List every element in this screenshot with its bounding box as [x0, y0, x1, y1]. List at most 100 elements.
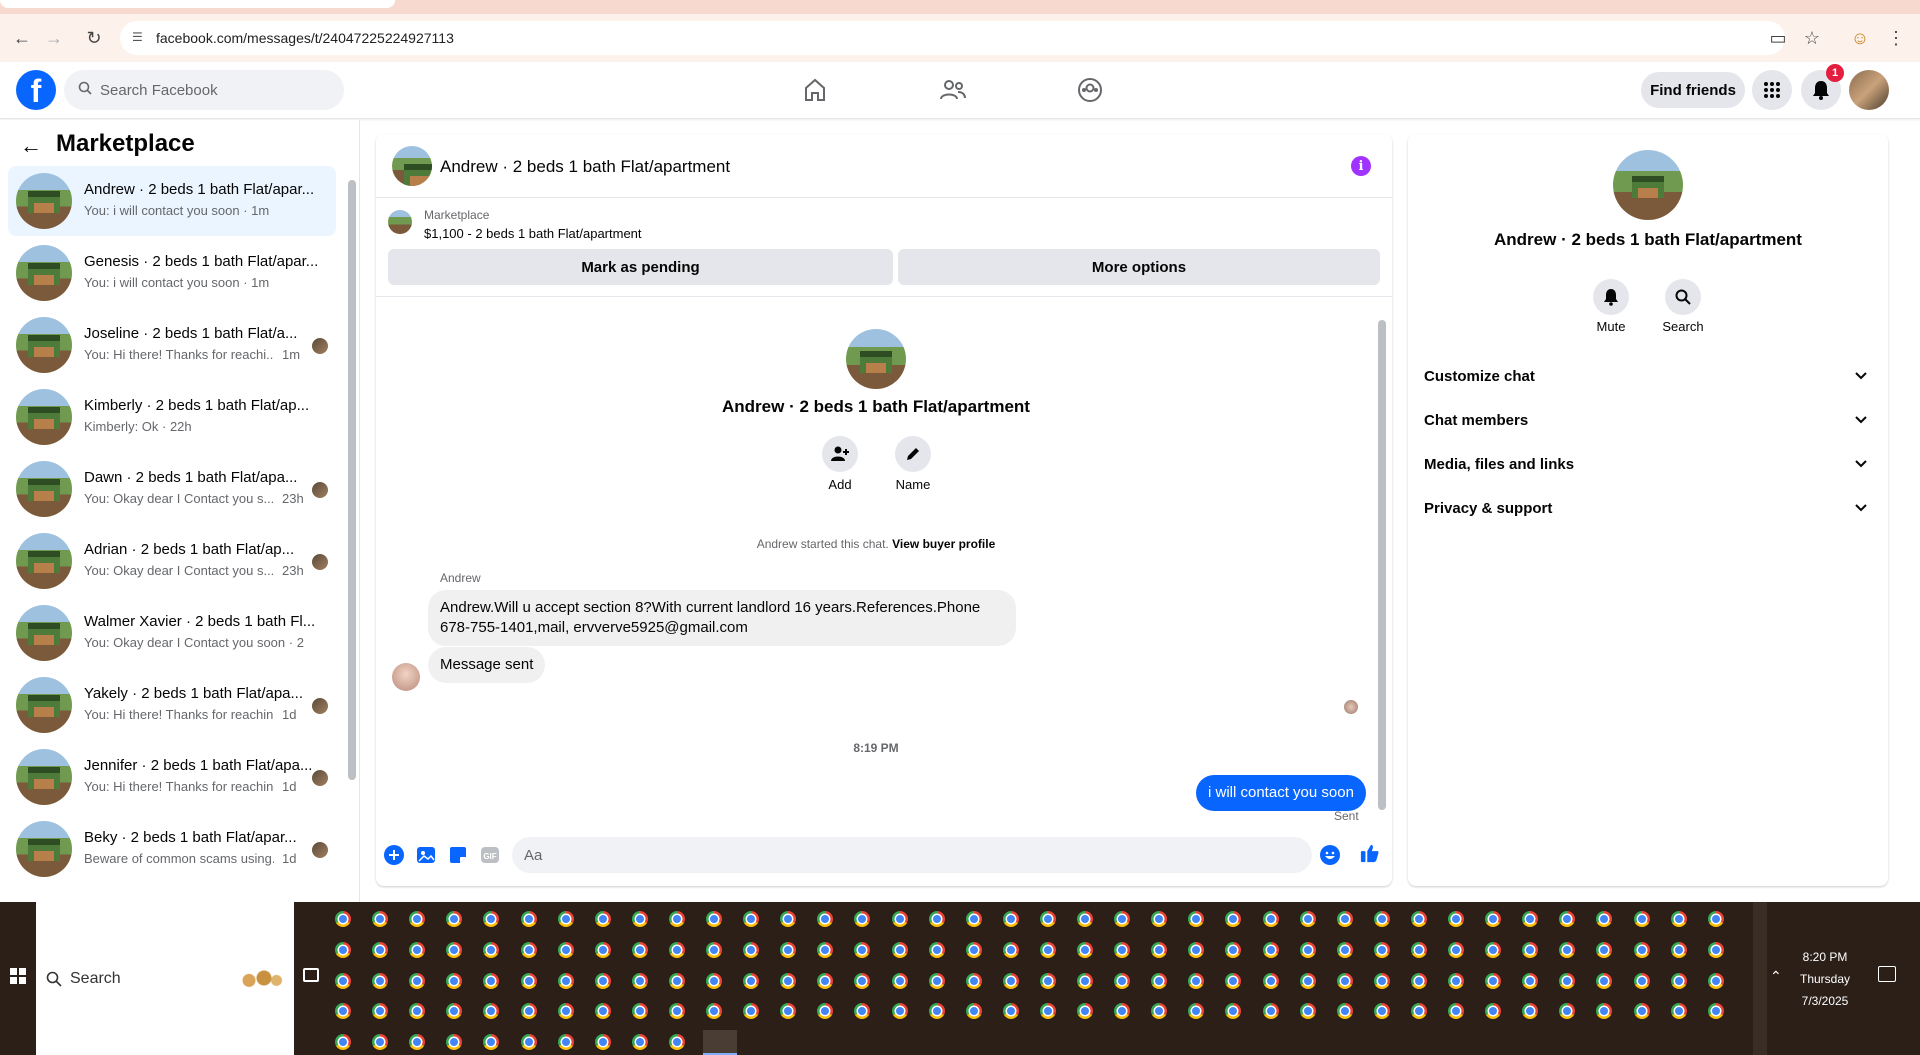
chrome-app-icon[interactable] [668, 972, 685, 989]
chrome-app-icon[interactable] [965, 941, 982, 958]
chrome-app-icon[interactable] [891, 941, 908, 958]
chrome-app-icon[interactable] [335, 972, 351, 989]
chrome-app-icon[interactable] [631, 911, 648, 927]
chrome-app-icon[interactable] [1188, 972, 1205, 989]
chrome-app-icon[interactable] [928, 941, 945, 958]
details-menu-item[interactable]: Chat members [1424, 402, 1872, 438]
photo-icon[interactable] [416, 845, 436, 865]
like-icon[interactable] [1360, 843, 1380, 863]
groups-icon[interactable] [1070, 75, 1110, 105]
chrome-app-icon[interactable] [1559, 972, 1576, 989]
chrome-app-icon[interactable] [1670, 941, 1687, 958]
chrome-app-icon[interactable] [446, 972, 463, 989]
chrome-app-icon[interactable] [520, 911, 537, 927]
sticker-icon[interactable] [448, 845, 468, 865]
chrome-app-icon[interactable] [1707, 972, 1724, 989]
chrome-app-icon[interactable] [594, 1034, 611, 1051]
chrome-app-icon[interactable] [409, 972, 426, 989]
chrome-app-icon[interactable] [1077, 941, 1093, 958]
chrome-app-icon[interactable] [1039, 1003, 1056, 1020]
chrome-app-icon[interactable] [1522, 972, 1539, 989]
chrome-app-icon[interactable] [557, 1003, 574, 1020]
chrome-app-icon[interactable] [1373, 911, 1390, 927]
active-app-icon[interactable] [703, 1030, 737, 1055]
chrome-app-icon[interactable] [1485, 1003, 1502, 1020]
chrome-app-icon[interactable] [446, 1034, 463, 1051]
chrome-app-icon[interactable] [1262, 972, 1279, 989]
conversation-item[interactable]: Kimberly · 2 beds 1 bath Flat/ap... Kimbe… [8, 382, 336, 452]
chrome-app-icon[interactable] [409, 1034, 426, 1051]
chrome-app-icon[interactable] [1039, 911, 1056, 927]
chrome-app-icon[interactable] [446, 1003, 463, 1020]
chrome-app-icon[interactable] [1410, 972, 1427, 989]
chrome-app-icon[interactable] [631, 1034, 648, 1051]
chrome-app-icon[interactable] [780, 911, 797, 927]
facebook-search-input[interactable]: Search Facebook [64, 70, 344, 110]
chat-avatar[interactable] [392, 146, 432, 186]
chrome-app-icon[interactable] [409, 1003, 426, 1020]
incoming-message[interactable]: Andrew.Will u accept section 8?With curr… [428, 590, 1016, 646]
chrome-app-icon[interactable] [1151, 972, 1168, 989]
conversation-item[interactable]: Yakely · 2 beds 1 bath Flat/apa... You: H… [8, 670, 336, 740]
chrome-app-icon[interactable] [817, 1003, 834, 1020]
chrome-app-icon[interactable] [520, 1003, 537, 1020]
chrome-app-icon[interactable] [1299, 1003, 1316, 1020]
conversation-item[interactable]: Walmer Xavier · 2 beds 1 bath Fl... You: … [8, 598, 336, 668]
chrome-app-icon[interactable] [446, 941, 463, 958]
chrome-app-icon[interactable] [780, 972, 797, 989]
chrome-app-icon[interactable] [1596, 941, 1613, 958]
chrome-app-icon[interactable] [1114, 1003, 1131, 1020]
menu-icon[interactable]: ⋮ [1882, 24, 1910, 52]
chrome-app-icon[interactable] [1707, 1003, 1724, 1020]
taskbar-scrollbar[interactable] [1753, 902, 1767, 1055]
chrome-app-icon[interactable] [817, 941, 834, 958]
add-person-icon[interactable] [822, 436, 858, 472]
listing-thumbnail[interactable] [388, 210, 412, 234]
chrome-app-icon[interactable] [854, 972, 871, 989]
details-menu-item[interactable]: Media, files and links [1424, 446, 1872, 482]
chrome-app-icon[interactable] [1188, 941, 1205, 958]
chrome-app-icon[interactable] [1596, 911, 1613, 927]
chrome-app-icon[interactable] [668, 1034, 685, 1051]
chrome-app-icon[interactable] [1077, 911, 1093, 927]
incoming-message[interactable]: Message sent [428, 647, 546, 683]
chrome-app-icon[interactable] [335, 1034, 351, 1051]
chrome-app-icon[interactable] [743, 972, 760, 989]
chrome-app-icon[interactable] [928, 972, 945, 989]
back-icon[interactable]: ← [8, 24, 36, 52]
chrome-app-icon[interactable] [1114, 972, 1131, 989]
chrome-app-icon[interactable] [1039, 941, 1056, 958]
chrome-app-icon[interactable] [557, 941, 574, 958]
chrome-app-icon[interactable] [594, 941, 611, 958]
chrome-app-icon[interactable] [1002, 911, 1019, 927]
taskbar-clock[interactable]: 8:20 PM Thursday 7/3/2025 [1790, 946, 1860, 1012]
friends-icon[interactable] [933, 75, 973, 105]
chrome-app-icon[interactable] [706, 941, 722, 958]
chevron-up-icon[interactable]: ⌃ [1770, 968, 1782, 985]
chrome-app-icon[interactable] [483, 1034, 500, 1051]
chrome-app-icon[interactable] [520, 1034, 537, 1051]
conversation-item[interactable]: Adrian · 2 beds 1 bath Flat/ap... You: Ok… [8, 526, 336, 596]
chrome-app-icon[interactable] [965, 972, 982, 989]
chrome-app-icon[interactable] [706, 911, 722, 927]
chrome-app-icon[interactable] [1485, 911, 1502, 927]
reload-icon[interactable]: ↻ [80, 24, 108, 52]
chrome-app-icon[interactable] [854, 941, 871, 958]
chrome-app-icon[interactable] [1596, 972, 1613, 989]
chrome-app-icon[interactable] [1002, 941, 1019, 958]
chrome-app-icon[interactable] [372, 972, 389, 989]
chrome-app-icon[interactable] [1522, 1003, 1539, 1020]
chrome-app-icon[interactable] [1151, 1003, 1168, 1020]
chrome-app-icon[interactable] [1336, 941, 1353, 958]
mute-icon[interactable] [1593, 279, 1629, 315]
chrome-app-icon[interactable] [891, 972, 908, 989]
forward-icon[interactable]: → [40, 24, 68, 52]
conversation-item[interactable]: Beky · 2 beds 1 bath Flat/apar... Beware … [8, 814, 336, 884]
view-buyer-profile-link[interactable]: View buyer profile [892, 537, 995, 551]
chrome-app-icon[interactable] [1114, 941, 1131, 958]
chrome-app-icon[interactable] [1559, 941, 1576, 958]
chat-scrollbar[interactable] [1378, 320, 1386, 810]
chrome-app-icon[interactable] [1410, 1003, 1427, 1020]
chrome-app-icon[interactable] [1002, 1003, 1019, 1020]
chrome-app-icon[interactable] [1373, 941, 1390, 958]
